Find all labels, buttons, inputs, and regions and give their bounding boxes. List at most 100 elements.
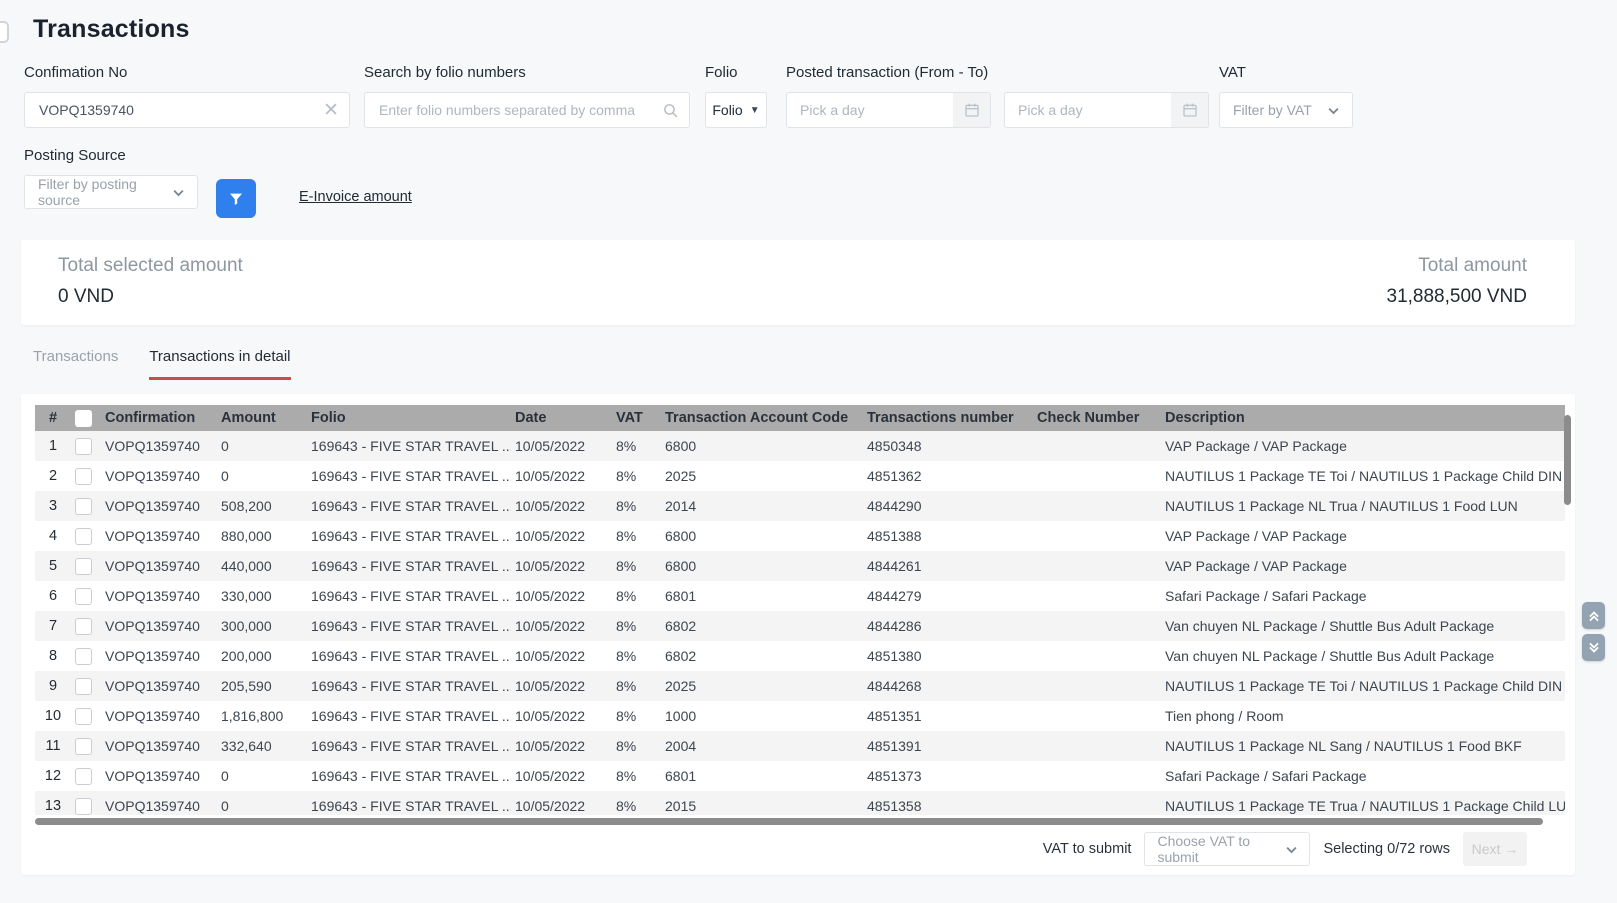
row-checkbox[interactable] [75, 738, 92, 755]
tab-transactions-in-detail[interactable]: Transactions in detail [149, 348, 290, 380]
vat-to-submit-select[interactable]: Choose VAT to submit [1144, 832, 1310, 866]
vertical-scrollbar-thumb[interactable] [1564, 415, 1571, 505]
row-index: 8 [35, 641, 71, 671]
select-all-checkbox[interactable] [75, 410, 92, 427]
cell-amount: 1,816,800 [217, 701, 307, 731]
cell-folio: 169643 - FIVE STAR TRAVEL ... [307, 521, 511, 551]
cell-confirmation: VOPQ1359740 [101, 431, 217, 461]
row-checkbox[interactable] [75, 648, 92, 665]
cell-folio: 169643 - FIVE STAR TRAVEL ... [307, 671, 511, 701]
table-row: 7VOPQ1359740300,000169643 - FIVE STAR TR… [35, 611, 1565, 641]
col-confirmation: Confirmation [101, 405, 217, 431]
chevron-down-icon [1284, 842, 1299, 857]
cell-amount: 440,000 [217, 551, 307, 581]
row-checkbox[interactable] [75, 528, 92, 545]
row-checkbox[interactable] [75, 708, 92, 725]
table-row: 6VOPQ1359740330,000169643 - FIVE STAR TR… [35, 581, 1565, 611]
table-footer: VAT to submit Choose VAT to submit Selec… [1043, 832, 1527, 866]
cell-transactions-number: 4844268 [863, 671, 1033, 701]
calendar-icon [1171, 93, 1208, 127]
cell-transactions-number: 4851380 [863, 641, 1033, 671]
cell-vat: 8% [612, 491, 661, 521]
date-to-input[interactable]: Pick a day [1004, 92, 1209, 128]
caret-down-icon: ▼ [750, 105, 760, 116]
col-select-all [71, 405, 101, 431]
cell-transactions-number: 4851373 [863, 761, 1033, 791]
col-description: Description [1161, 405, 1565, 431]
cell-amount: 300,000 [217, 611, 307, 641]
row-checkbox[interactable] [75, 618, 92, 635]
posting-source-field: Posting Source Filter by posting source [24, 147, 198, 209]
table-row: 5VOPQ1359740440,000169643 - FIVE STAR TR… [35, 551, 1565, 581]
cell-select [71, 701, 101, 731]
row-index: 7 [35, 611, 71, 641]
col-index: # [35, 405, 71, 431]
cell-amount: 0 [217, 761, 307, 791]
page-title: Transactions [33, 15, 190, 44]
collapsed-panel-edge[interactable] [0, 21, 9, 43]
apply-filter-button[interactable] [216, 179, 256, 218]
date-from-input[interactable]: Pick a day [786, 92, 991, 128]
chevron-down-icon [1326, 103, 1341, 118]
calendar-icon [953, 93, 990, 127]
cell-select [71, 551, 101, 581]
row-index: 6 [35, 581, 71, 611]
folio-field: Folio Folio ▼ [705, 64, 767, 128]
total-selected-label: Total selected amount [58, 255, 243, 277]
posting-source-placeholder: Filter by posting source [38, 176, 171, 208]
folio-search-field: Search by folio numbers [364, 64, 690, 128]
cell-select [71, 521, 101, 551]
cell-select [71, 791, 101, 815]
cell-amount: 508,200 [217, 491, 307, 521]
row-checkbox[interactable] [75, 798, 92, 815]
table-row: 10VOPQ13597401,816,800169643 - FIVE STAR… [35, 701, 1565, 731]
folio-dropdown-button[interactable]: Folio ▼ [705, 92, 767, 128]
row-checkbox[interactable] [75, 588, 92, 605]
cell-description: NAUTILUS 1 Package TE Trua / NAUTILUS 1 … [1161, 791, 1565, 815]
vat-filter-label: VAT [1219, 64, 1353, 81]
cell-date: 10/05/2022 [511, 611, 612, 641]
cell-folio: 169643 - FIVE STAR TRAVEL ... [307, 761, 511, 791]
next-button[interactable]: Next → [1463, 832, 1527, 866]
scroll-to-bottom-button[interactable] [1582, 634, 1605, 661]
folio-search-input[interactable] [379, 102, 662, 118]
cell-description: Safari Package / Safari Package [1161, 581, 1565, 611]
totals-panel: Total selected amount 0 VND Total amount… [21, 240, 1575, 325]
einvoice-amount-link[interactable]: E-Invoice amount [299, 189, 412, 205]
scroll-to-top-button[interactable] [1582, 602, 1605, 629]
cell-select [71, 731, 101, 761]
confirmation-field: Confimation No ✕ [24, 64, 350, 128]
cell-check-number [1033, 581, 1161, 611]
tab-transactions[interactable]: Transactions [33, 348, 118, 380]
posting-source-select[interactable]: Filter by posting source [24, 175, 198, 209]
row-checkbox[interactable] [75, 678, 92, 695]
table-row: 11VOPQ1359740332,640169643 - FIVE STAR T… [35, 731, 1565, 761]
vat-filter-select[interactable]: Filter by VAT [1219, 92, 1353, 128]
cell-confirmation: VOPQ1359740 [101, 461, 217, 491]
row-checkbox[interactable] [75, 468, 92, 485]
clear-icon[interactable]: ✕ [323, 101, 339, 120]
horizontal-scrollbar-thumb[interactable] [35, 818, 1543, 825]
row-checkbox[interactable] [75, 438, 92, 455]
table-row: 4VOPQ1359740880,000169643 - FIVE STAR TR… [35, 521, 1565, 551]
vat-to-submit-placeholder: Choose VAT to submit [1157, 833, 1284, 865]
confirmation-label: Confimation No [24, 64, 350, 81]
row-checkbox[interactable] [75, 768, 92, 785]
cell-amount: 0 [217, 431, 307, 461]
row-checkbox[interactable] [75, 558, 92, 575]
cell-date: 10/05/2022 [511, 581, 612, 611]
cell-description: NAUTILUS 1 Package TE Toi / NAUTILUS 1 P… [1161, 461, 1565, 491]
cell-select [71, 581, 101, 611]
row-checkbox[interactable] [75, 498, 92, 515]
cell-date: 10/05/2022 [511, 701, 612, 731]
confirmation-input[interactable] [39, 102, 323, 118]
cell-amount: 332,640 [217, 731, 307, 761]
date-from-placeholder: Pick a day [787, 102, 953, 118]
cell-confirmation: VOPQ1359740 [101, 521, 217, 551]
cell-date: 10/05/2022 [511, 521, 612, 551]
cell-vat: 8% [612, 461, 661, 491]
cell-account-code: 6800 [661, 431, 863, 461]
cell-confirmation: VOPQ1359740 [101, 581, 217, 611]
cell-vat: 8% [612, 641, 661, 671]
cell-transactions-number: 4851388 [863, 521, 1033, 551]
